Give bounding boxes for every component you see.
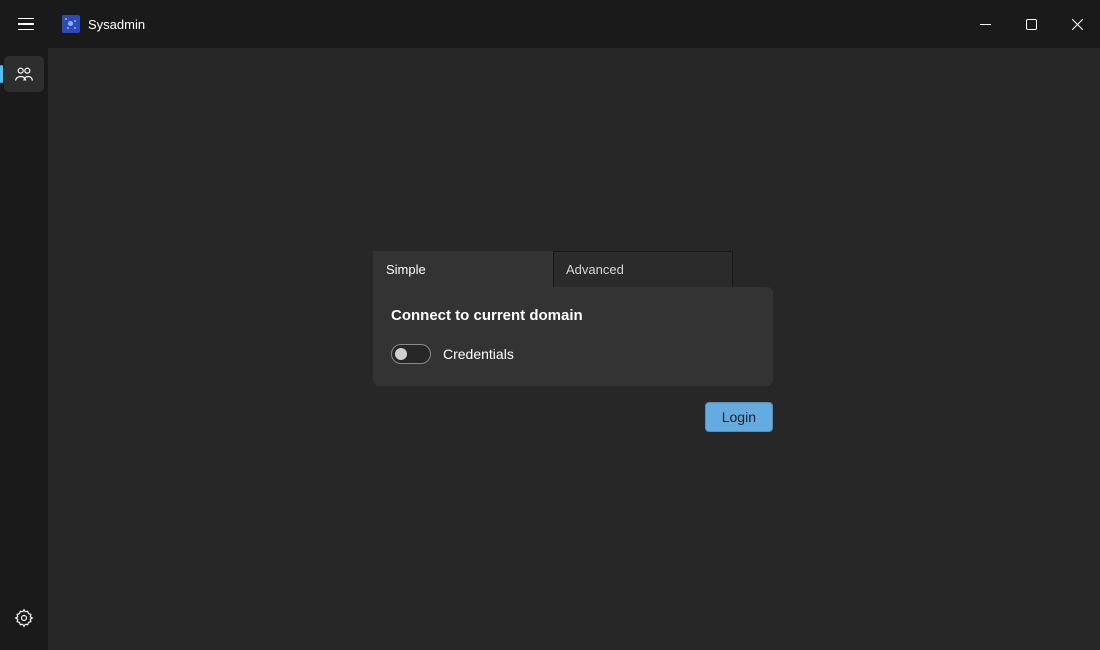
window-minimize-button[interactable] (962, 8, 1008, 40)
window-close-button[interactable] (1054, 8, 1100, 40)
login-button[interactable]: Login (705, 402, 773, 432)
tab-simple[interactable]: Simple (373, 251, 553, 287)
credentials-toggle[interactable] (391, 344, 431, 364)
credentials-row: Credentials (391, 344, 755, 364)
main-content: Simple Advanced Connect to current domai… (48, 48, 1100, 650)
sidebar-item-settings[interactable] (4, 600, 44, 636)
login-card: Connect to current domain Credentials (373, 287, 773, 386)
app-icon (62, 15, 80, 33)
login-card-title: Connect to current domain (391, 307, 755, 324)
login-tabs: Simple Advanced (373, 251, 773, 287)
window-controls (962, 8, 1100, 40)
sidebar (0, 48, 48, 650)
hamburger-menu-button[interactable] (12, 10, 40, 38)
title-bar: Sysadmin (0, 0, 1100, 48)
gear-icon (14, 608, 34, 628)
users-icon (14, 64, 34, 84)
login-panel: Simple Advanced Connect to current domai… (373, 251, 773, 432)
window-maximize-button[interactable] (1008, 8, 1054, 40)
close-icon (1072, 19, 1083, 30)
credentials-toggle-label: Credentials (443, 346, 514, 362)
maximize-icon (1026, 19, 1037, 30)
app-title: Sysadmin (88, 17, 145, 32)
minimize-icon (980, 19, 991, 30)
tab-advanced[interactable]: Advanced (553, 251, 733, 287)
sidebar-item-users[interactable] (4, 56, 44, 92)
